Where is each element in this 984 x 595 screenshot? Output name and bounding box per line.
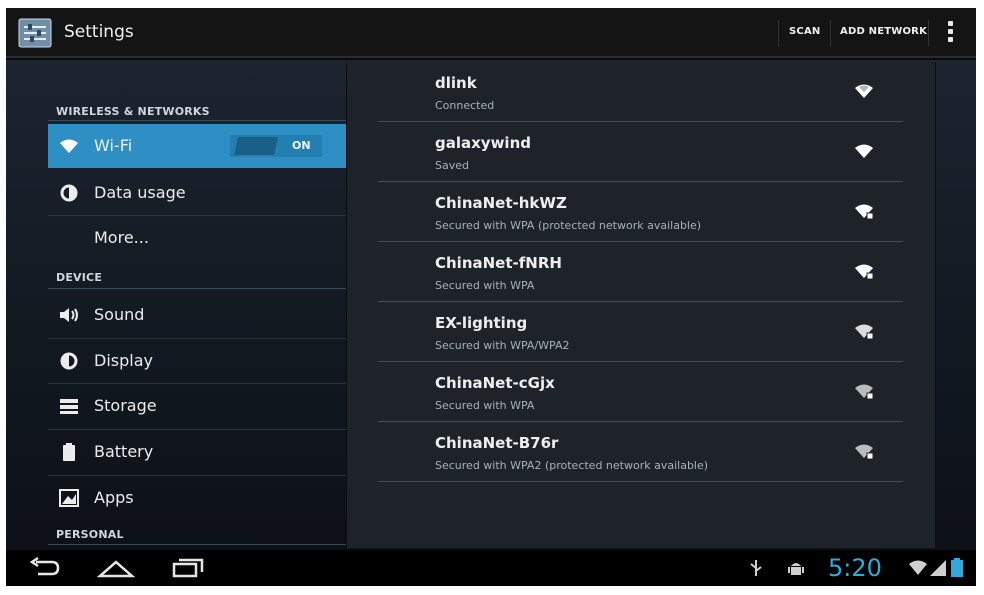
network-row[interactable]: ChinaNet-hkWZ Secured with WPA (protecte… [378,182,903,242]
sidebar-item-display[interactable]: Display [48,339,346,383]
network-row[interactable]: EX-lighting Secured with WPA/WPA2 [378,302,903,362]
network-status: Connected [435,99,495,112]
action-separator [830,20,831,46]
sidebar-item-apps[interactable]: Apps [48,476,346,520]
sidebar-item-label: Sound [94,305,145,324]
page-title: Settings [64,22,134,42]
settings-sidebar: WIRELESS & NETWORKS Wi-Fi ON Data usage … [6,60,346,550]
speaker-icon [60,308,78,322]
action-separator [778,20,779,46]
brightness-icon [60,352,78,370]
sidebar-item-more[interactable]: More... [48,216,346,260]
network-name: ChinaNet-fNRH [435,254,562,272]
network-status: Saved [435,159,469,172]
scan-button[interactable]: SCAN [789,26,820,37]
battery-icon [63,443,75,461]
wifi-signal-icon [855,144,873,158]
sidebar-item-storage[interactable]: Storage [48,384,346,428]
toggle-thumb [234,137,278,155]
wifi-signal-icon [855,84,873,98]
network-status: Secured with WPA/WPA2 [435,339,570,352]
storage-icon [60,399,78,414]
section-header-device: DEVICE [56,271,103,284]
sidebar-item-label: Battery [94,442,154,461]
sidebar-item-label: Wi-Fi [94,136,133,155]
list-divider [378,481,903,482]
section-divider [48,288,346,289]
network-name: ChinaNet-B76r [435,434,559,452]
tablet-screen: Settings SCAN ADD NETWORK WIRELESS & NET… [6,8,976,586]
android-debug-icon [788,563,804,575]
wifi-signal-secured-icon [855,384,874,400]
data-usage-icon [60,184,78,202]
battery-status-icon [951,558,963,577]
wifi-signal-secured-icon [855,324,874,340]
home-icon[interactable] [94,554,138,582]
toggle-state-label: ON [292,139,311,152]
signal-icon [930,560,946,576]
settings-app-icon[interactable] [18,18,52,48]
action-separator [928,20,929,46]
sidebar-item-data-usage[interactable]: Data usage [48,171,346,215]
wifi-toggle[interactable]: ON [230,135,322,157]
action-bar: Settings SCAN ADD NETWORK [6,8,976,58]
network-status: Secured with WPA (protected network avai… [435,219,702,232]
system-bar: 5:20 [6,550,976,586]
network-row[interactable]: ChinaNet-B76r Secured with WPA2 (protect… [378,422,903,482]
network-name: EX-lighting [435,314,528,332]
settings-content: WIRELESS & NETWORKS Wi-Fi ON Data usage … [6,60,976,550]
sidebar-item-label: Apps [94,488,134,507]
wifi-status-icon [909,560,927,575]
section-divider [48,544,346,545]
wifi-network-list: dlink Connected galaxywind Saved ChinaNe… [346,62,936,548]
overflow-menu-icon[interactable] [944,21,956,47]
section-header-wireless: WIRELESS & NETWORKS [56,105,210,118]
back-icon[interactable] [24,554,68,582]
sidebar-item-label: Data usage [94,183,186,202]
network-status: Secured with WPA2 (protected network ava… [435,459,709,472]
recent-apps-icon[interactable] [166,554,210,582]
network-row[interactable]: ChinaNet-cGjx Secured with WPA [378,362,903,422]
sidebar-item-sound[interactable]: Sound [48,293,346,337]
network-status: Secured with WPA [435,399,535,412]
wifi-signal-secured-icon [855,204,874,220]
network-row[interactable]: ChinaNet-fNRH Secured with WPA [378,242,903,302]
network-name: ChinaNet-cGjx [435,374,555,392]
network-row[interactable]: galaxywind Saved [378,122,903,182]
add-network-button[interactable]: ADD NETWORK [840,26,927,37]
usb-icon [750,560,762,576]
wifi-signal-secured-icon [855,444,874,460]
network-name: dlink [435,74,477,92]
wifi-icon [60,139,78,153]
sidebar-item-label: More... [94,228,149,247]
apps-icon [59,489,79,507]
sidebar-item-label: Storage [94,396,157,415]
sidebar-item-wifi[interactable]: Wi-Fi ON [48,124,346,168]
sidebar-item-label: Display [94,351,153,370]
section-divider [48,120,346,121]
network-status: Secured with WPA [435,279,535,292]
section-header-personal: PERSONAL [56,528,124,541]
status-clock: 5:20 [828,554,882,582]
network-name: galaxywind [435,134,531,152]
sidebar-item-battery[interactable]: Battery [48,430,346,474]
network-row[interactable]: dlink Connected [378,62,903,122]
wifi-signal-secured-icon [855,264,874,280]
network-name: ChinaNet-hkWZ [435,194,567,212]
